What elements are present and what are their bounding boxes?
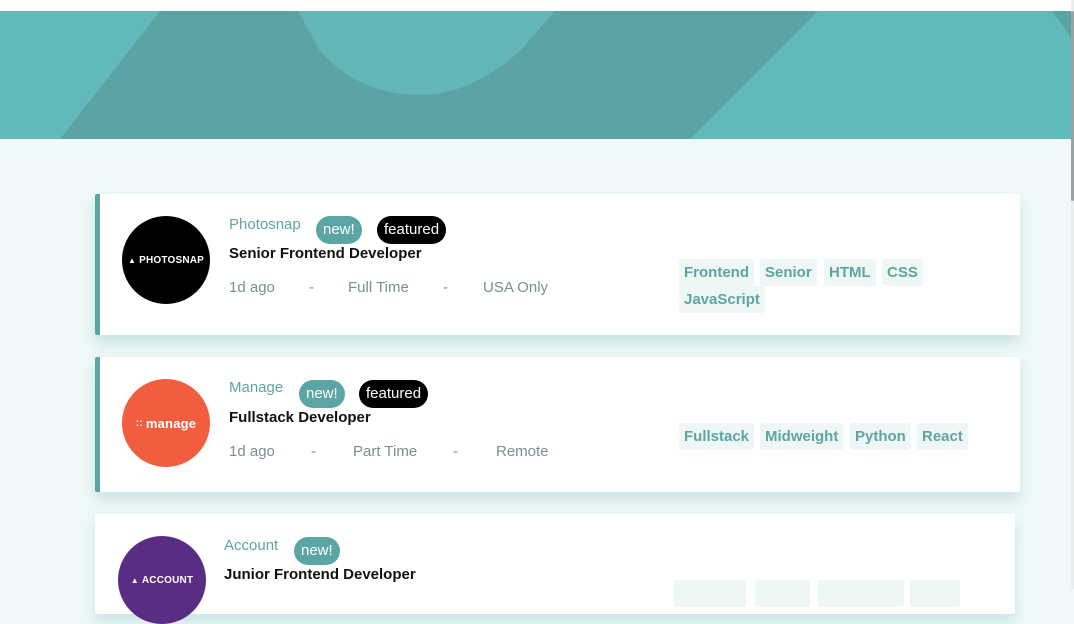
job-card[interactable]: :: manage Manage new! featured Fullstack… — [95, 357, 1020, 492]
new-badge: new! — [316, 216, 362, 244]
tag-fullstack[interactable]: Fullstack — [679, 423, 755, 450]
job-position[interactable]: Senior Frontend Developer — [229, 245, 422, 262]
new-badge: new! — [294, 537, 340, 565]
header-banner — [0, 11, 1072, 139]
tag-senior[interactable]: Senior — [760, 259, 817, 286]
tag-frontend[interactable]: Frontend — [679, 259, 754, 286]
posted-at: 1d ago — [229, 443, 275, 460]
meta-separator: - — [311, 443, 316, 460]
company-logo: ▲ ACCOUNT — [118, 536, 206, 624]
tag-react[interactable]: React — [917, 423, 968, 450]
meta-separator: - — [309, 279, 314, 296]
job-position[interactable]: Fullstack Developer — [229, 409, 371, 426]
tag-css[interactable]: CSS — [882, 259, 923, 286]
company-logo: :: manage — [122, 379, 210, 467]
header-pattern — [0, 11, 1072, 139]
posted-at: 1d ago — [229, 279, 275, 296]
tag-partial[interactable] — [755, 580, 810, 607]
tag-midweight[interactable]: Midweight — [760, 423, 844, 450]
top-strip — [0, 0, 1074, 11]
meta-separator: - — [453, 443, 458, 460]
tag-html[interactable]: HTML — [824, 259, 876, 286]
job-location: Remote — [496, 443, 549, 460]
job-position[interactable]: Junior Frontend Developer — [224, 566, 416, 583]
tag-javascript[interactable]: JavaScript — [679, 286, 765, 313]
logo-text: manage — [145, 415, 197, 431]
tag-partial[interactable] — [818, 580, 904, 607]
logo-text: ACCOUNT — [141, 574, 194, 586]
tag-python[interactable]: Python — [850, 423, 911, 450]
new-badge: new! — [299, 380, 345, 408]
job-location: USA Only — [483, 279, 549, 296]
contract-type: Part Time — [353, 443, 418, 460]
logo-dots-icon: :: — [135, 417, 143, 429]
job-card[interactable]: ▲ ACCOUNT Account new! Junior Frontend D… — [95, 514, 1015, 624]
logo-triangle-icon: ▲ — [130, 575, 139, 585]
logo-text: PHOTOSNAP — [139, 254, 205, 266]
company-name: Photosnap — [229, 216, 301, 233]
contract-type: Full Time — [348, 279, 409, 296]
featured-badge: featured — [377, 216, 447, 244]
company-logo: ▲ PHOTOSNAP — [122, 216, 210, 304]
company-name: Account — [224, 537, 279, 554]
meta-separator: - — [443, 279, 448, 296]
tag-partial[interactable] — [674, 580, 746, 607]
featured-badge: featured — [359, 380, 429, 408]
job-card[interactable]: ▲ PHOTOSNAP Photosnap new! featured Seni… — [95, 194, 1020, 335]
company-name: Manage — [229, 379, 284, 396]
tag-partial[interactable] — [910, 580, 960, 607]
logo-triangle-icon: ▲ — [127, 255, 137, 265]
